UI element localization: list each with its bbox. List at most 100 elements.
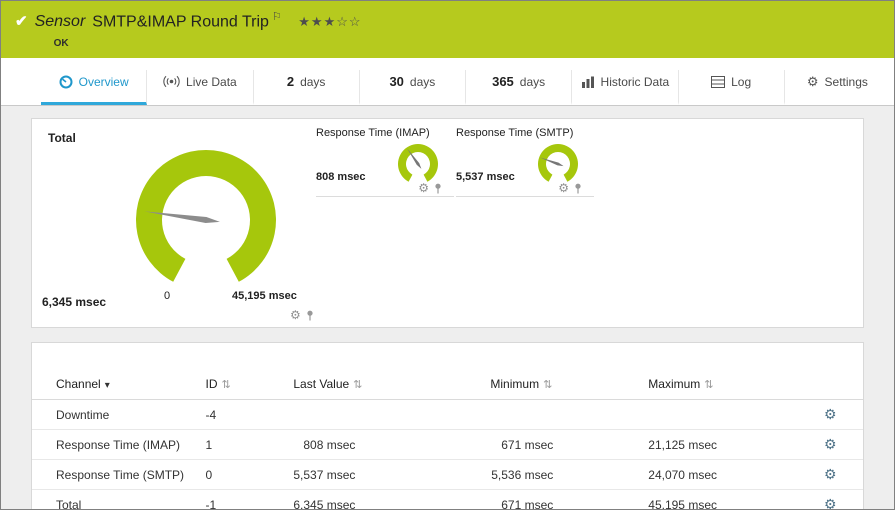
sort-icon: ⇅	[353, 379, 363, 391]
smtp-gauge	[538, 144, 578, 182]
channel-last-value	[293, 399, 491, 430]
tab-label: Settings	[824, 74, 868, 89]
main-content: Total 6,345 msec 0 45,195 msec ⚙ Respons…	[1, 106, 894, 509]
tab-settings[interactable]: ⚙ Settings	[785, 70, 890, 105]
tab-label: Log	[731, 74, 752, 89]
priority-flag-icon[interactable]: ⚐	[272, 11, 282, 23]
channel-id: 0	[205, 459, 294, 490]
gauge-settings-gear-icon[interactable]: ⚙	[558, 182, 569, 194]
channel-minimum: 671 msec	[490, 429, 649, 460]
bar-chart-icon	[581, 76, 594, 88]
pin-icon[interactable]	[434, 183, 442, 194]
smtp-gauge-value: 5,537 msec	[456, 171, 515, 183]
col-header-last-value[interactable]: Last Value ⇅	[293, 371, 491, 400]
tab-365-days[interactable]: 365 days	[466, 70, 573, 105]
sensor-type-label: Sensor	[34, 13, 86, 31]
table-row-response-time-smtp: Response Time (SMTP) 0 5,537 msec 5,536 …	[32, 459, 863, 490]
col-header-channel[interactable]: Channel ▾	[32, 371, 206, 400]
tab-number: 30	[389, 74, 404, 89]
gauges-panel: Total 6,345 msec 0 45,195 msec ⚙ Respons…	[31, 118, 864, 328]
col-header-maximum[interactable]: Maximum ⇅	[648, 371, 810, 400]
imap-gauge-actions: ⚙	[418, 182, 442, 194]
channel-id: -1	[205, 489, 294, 509]
header-text: Sensor SMTP&IMAP Round Trip ⚐ ★★★☆☆ OK	[35, 10, 362, 58]
pin-icon[interactable]	[306, 310, 314, 321]
channel-id: 1	[205, 429, 294, 460]
total-gauge-label: Total	[48, 131, 76, 145]
channel-minimum: 5,536 msec	[490, 459, 649, 490]
imap-gauge	[398, 144, 438, 182]
sort-desc-icon: ▾	[104, 380, 110, 391]
col-header-actions	[810, 371, 863, 400]
overview-gauge-icon	[59, 75, 73, 88]
table-row-total: Total -1 6,345 msec 671 msec 45,195 msec…	[32, 489, 863, 509]
col-header-label: Channel	[56, 377, 101, 391]
channel-settings-icon[interactable]: ⚙	[824, 406, 837, 422]
tab-number: 365	[492, 74, 514, 89]
col-header-label: Last Value	[293, 377, 350, 391]
tab-live-data[interactable]: Live Data	[147, 70, 254, 105]
gauge-scale-max: 45,195 msec	[232, 290, 297, 302]
smtp-gauge-actions: ⚙	[558, 182, 582, 194]
smtp-gauge-block: Response Time (SMTP) 5,537 msec ⚙	[456, 127, 594, 197]
col-header-label: Minimum	[490, 377, 540, 391]
table-row-response-time-imap: Response Time (IMAP) 1 808 msec 671 msec…	[32, 429, 863, 460]
channel-name: Downtime	[32, 399, 206, 430]
total-gauge	[136, 149, 276, 282]
pin-icon[interactable]	[574, 183, 582, 194]
channel-minimum: 671 msec	[490, 489, 649, 509]
tab-label: Live Data	[186, 74, 237, 89]
total-gauge-value: 6,345 msec	[42, 295, 107, 309]
channel-maximum: 24,070 msec	[648, 459, 810, 490]
imap-gauge-block: Response Time (IMAP) 808 msec ⚙	[316, 127, 454, 197]
channel-maximum: 45,195 msec	[648, 489, 810, 509]
tab-label: Historic Data	[600, 74, 670, 89]
sort-icon: ⇅	[704, 379, 714, 391]
gear-icon: ⚙	[806, 73, 819, 89]
channels-panel: Channel ▾ ID ⇅ Last Value ⇅ Minimum ⇅ Maximu	[31, 342, 864, 509]
channel-name: Response Time (SMTP)	[32, 459, 206, 490]
tab-label: days	[519, 74, 546, 89]
tab-bar: Overview Live Data 2 days 30 days 365 da…	[1, 58, 894, 106]
channel-maximum: 21,125 msec	[648, 429, 810, 460]
col-header-minimum[interactable]: Minimum ⇅	[490, 371, 649, 400]
status-ok-check-icon: ✔	[15, 13, 28, 30]
gauge-settings-gear-icon[interactable]: ⚙	[290, 309, 301, 321]
sort-icon: ⇅	[543, 379, 553, 391]
tab-2-days[interactable]: 2 days	[254, 70, 360, 105]
channel-maximum	[648, 399, 810, 430]
tab-label: days	[409, 74, 436, 89]
channel-last-value: 6,345 msec	[293, 489, 491, 509]
tab-overview[interactable]: Overview	[41, 70, 148, 105]
star-rating[interactable]: ★★★☆☆	[298, 14, 361, 29]
tab-label: days	[300, 74, 326, 89]
channel-settings-icon[interactable]: ⚙	[824, 436, 837, 452]
channel-id: -4	[205, 399, 294, 430]
prtg-sensor-page: ✔ Sensor SMTP&IMAP Round Trip ⚐ ★★★☆☆ OK O…	[0, 0, 895, 510]
tab-label: Overview	[78, 74, 129, 89]
channel-last-value: 5,537 msec	[293, 459, 491, 490]
channel-settings-icon[interactable]: ⚙	[824, 466, 837, 482]
tab-historic-data[interactable]: Historic Data	[572, 70, 679, 105]
channels-table: Channel ▾ ID ⇅ Last Value ⇅ Minimum ⇅ Maximu	[32, 371, 863, 509]
tab-30-days[interactable]: 30 days	[360, 70, 466, 105]
sensor-title: SMTP&IMAP Round Trip	[92, 13, 269, 31]
gauge-scale-min: 0	[164, 290, 171, 302]
channel-minimum	[490, 399, 649, 430]
channel-name: Response Time (IMAP)	[32, 429, 206, 460]
channel-last-value: 808 msec	[293, 429, 491, 460]
live-data-broadcast-icon	[163, 75, 180, 88]
gauge-settings-gear-icon[interactable]: ⚙	[418, 182, 429, 194]
title-line: Sensor SMTP&IMAP Round Trip ⚐ ★★★☆☆	[35, 10, 362, 31]
sort-icon: ⇅	[221, 379, 231, 391]
tab-log[interactable]: Log	[679, 70, 785, 105]
sensor-status-badge: OK	[53, 38, 69, 50]
col-header-id[interactable]: ID ⇅	[205, 371, 294, 400]
total-gauge-actions: ⚙	[290, 309, 314, 321]
sensor-header: ✔ Sensor SMTP&IMAP Round Trip ⚐ ★★★☆☆ OK	[1, 1, 894, 58]
table-header-row: Channel ▾ ID ⇅ Last Value ⇅ Minimum ⇅ Maximu	[32, 371, 863, 400]
log-list-icon	[711, 75, 726, 88]
table-row-downtime: Downtime -4 ⚙	[32, 399, 863, 430]
channel-settings-icon[interactable]: ⚙	[824, 496, 837, 509]
tab-number: 2	[286, 74, 295, 89]
